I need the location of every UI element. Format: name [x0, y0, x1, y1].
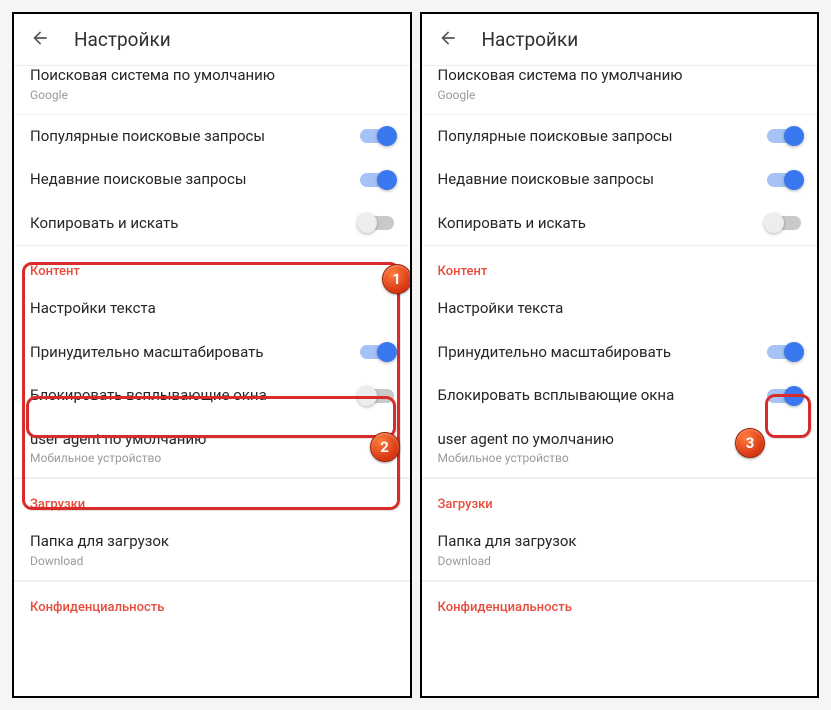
row-label: Папка для загрузок — [30, 532, 386, 552]
row-recent-searches[interactable]: Недавние поисковые запросы — [422, 158, 818, 202]
row-copy-search[interactable]: Копировать и искать — [14, 202, 410, 246]
toggle-copy-search[interactable] — [360, 216, 394, 230]
toggle-copy-search[interactable] — [767, 216, 801, 230]
row-label: Папка для загрузок — [438, 532, 794, 552]
section-content: Контент — [14, 245, 410, 287]
toggle-popular[interactable] — [767, 129, 801, 143]
page-title: Настройки — [74, 28, 171, 51]
phone-left: Настройки Поисковая система по умолчанию… — [12, 12, 412, 698]
row-label: Недавние поисковые запросы — [30, 170, 352, 190]
toggle-recent[interactable] — [360, 173, 394, 187]
row-popular-searches[interactable]: Популярные поисковые запросы — [422, 115, 818, 159]
row-label: Настройки текста — [438, 299, 794, 319]
toggle-block-popups[interactable] — [360, 389, 394, 403]
row-label: Принудительно масштабировать — [30, 343, 352, 363]
row-label: Популярные поисковые запросы — [438, 127, 760, 147]
section-downloads: Загрузки — [422, 478, 818, 520]
row-download-folder[interactable]: Папка для загрузок Download — [14, 520, 410, 581]
row-label: Недавние поисковые запросы — [438, 170, 760, 190]
page-title: Настройки — [482, 28, 579, 51]
section-content: Контент — [422, 245, 818, 287]
row-block-popups[interactable]: Блокировать всплывающие окна — [14, 374, 410, 418]
section-privacy: Конфиденциальность — [422, 581, 818, 623]
row-popular-searches[interactable]: Популярные поисковые запросы — [14, 115, 410, 159]
back-icon[interactable] — [438, 28, 458, 52]
row-text-settings[interactable]: Настройки текста — [14, 287, 410, 331]
row-label: Популярные поисковые запросы — [30, 127, 352, 147]
row-search-engine[interactable]: Поисковая система по умолчанию Google — [14, 66, 410, 115]
row-force-zoom[interactable]: Принудительно масштабировать — [14, 331, 410, 375]
row-label: Копировать и искать — [438, 214, 760, 234]
row-sub: Мобильное устройство — [438, 451, 794, 465]
back-icon[interactable] — [30, 28, 50, 52]
toggle-popular[interactable] — [360, 129, 394, 143]
row-label: Настройки текста — [30, 299, 386, 319]
row-recent-searches[interactable]: Недавние поисковые запросы — [14, 158, 410, 202]
row-label: Копировать и искать — [30, 214, 352, 234]
row-label: user agent по умолчанию — [30, 430, 386, 450]
row-label: Поисковая система по умолчанию — [438, 66, 794, 86]
section-downloads: Загрузки — [14, 478, 410, 520]
toggle-block-popups[interactable] — [767, 389, 801, 403]
row-sub: Google — [30, 88, 386, 102]
phone-right: Настройки Поисковая система по умолчанию… — [420, 12, 820, 698]
toggle-recent[interactable] — [767, 173, 801, 187]
settings-list: Поисковая система по умолчанию Google По… — [422, 66, 818, 696]
appbar: Настройки — [14, 14, 410, 66]
toggle-force-zoom[interactable] — [767, 345, 801, 359]
row-user-agent[interactable]: user agent по умолчанию Мобильное устрой… — [14, 418, 410, 479]
row-sub: Google — [438, 88, 794, 102]
row-label: Поисковая система по умолчанию — [30, 66, 386, 86]
toggle-force-zoom[interactable] — [360, 345, 394, 359]
row-force-zoom[interactable]: Принудительно масштабировать — [422, 331, 818, 375]
row-block-popups[interactable]: Блокировать всплывающие окна — [422, 374, 818, 418]
row-user-agent[interactable]: user agent по умолчанию Мобильное устрой… — [422, 418, 818, 479]
row-copy-search[interactable]: Копировать и искать — [422, 202, 818, 246]
row-search-engine[interactable]: Поисковая система по умолчанию Google — [422, 66, 818, 115]
row-sub: Мобильное устройство — [30, 451, 386, 465]
row-label: user agent по умолчанию — [438, 430, 794, 450]
settings-list: Поисковая система по умолчанию Google По… — [14, 66, 410, 696]
row-text-settings[interactable]: Настройки текста — [422, 287, 818, 331]
row-sub: Download — [438, 554, 794, 568]
row-label: Блокировать всплывающие окна — [30, 386, 352, 406]
appbar: Настройки — [422, 14, 818, 66]
row-download-folder[interactable]: Папка для загрузок Download — [422, 520, 818, 581]
row-sub: Download — [30, 554, 386, 568]
section-privacy: Конфиденциальность — [14, 581, 410, 623]
row-label: Блокировать всплывающие окна — [438, 386, 760, 406]
row-label: Принудительно масштабировать — [438, 343, 760, 363]
